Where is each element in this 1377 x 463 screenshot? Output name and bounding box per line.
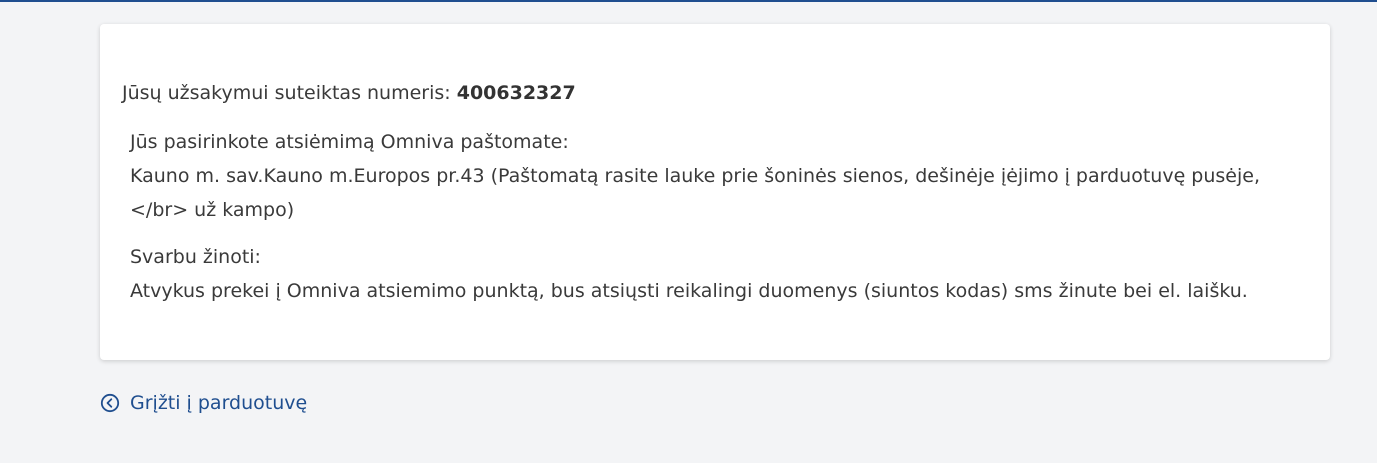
important-info: Svarbu žinoti: Atvykus prekei į Omniva a… — [130, 240, 1248, 308]
pickup-address-line-2: </br> už kampo) — [130, 199, 295, 221]
pickup-info: Jūs pasirinkote atsiėmimą Omniva paštoma… — [130, 125, 1260, 227]
top-border — [0, 0, 1377, 2]
back-to-shop-link[interactable]: Grįžti į parduotuvę — [100, 390, 307, 416]
order-confirmation-card: Jūsų užsakymui suteiktas numeris: 400632… — [100, 24, 1330, 360]
important-text: Atvykus prekei į Omniva atsiemimo punktą… — [130, 280, 1248, 302]
important-heading: Svarbu žinoti: — [130, 246, 261, 268]
pickup-heading: Jūs pasirinkote atsiėmimą Omniva paštoma… — [130, 131, 569, 153]
back-to-shop-label: Grįžti į parduotuvę — [130, 392, 308, 414]
chevron-left-circle-icon — [100, 393, 120, 413]
order-number-line: Jūsų užsakymui suteiktas numeris: 400632… — [122, 81, 576, 105]
order-number: 400632327 — [456, 82, 576, 104]
pickup-address-line-1: Kauno m. sav.Kauno m.Europos pr.43 (Pašt… — [130, 165, 1260, 187]
order-number-label: Jūsų užsakymui suteiktas numeris: — [122, 82, 457, 104]
